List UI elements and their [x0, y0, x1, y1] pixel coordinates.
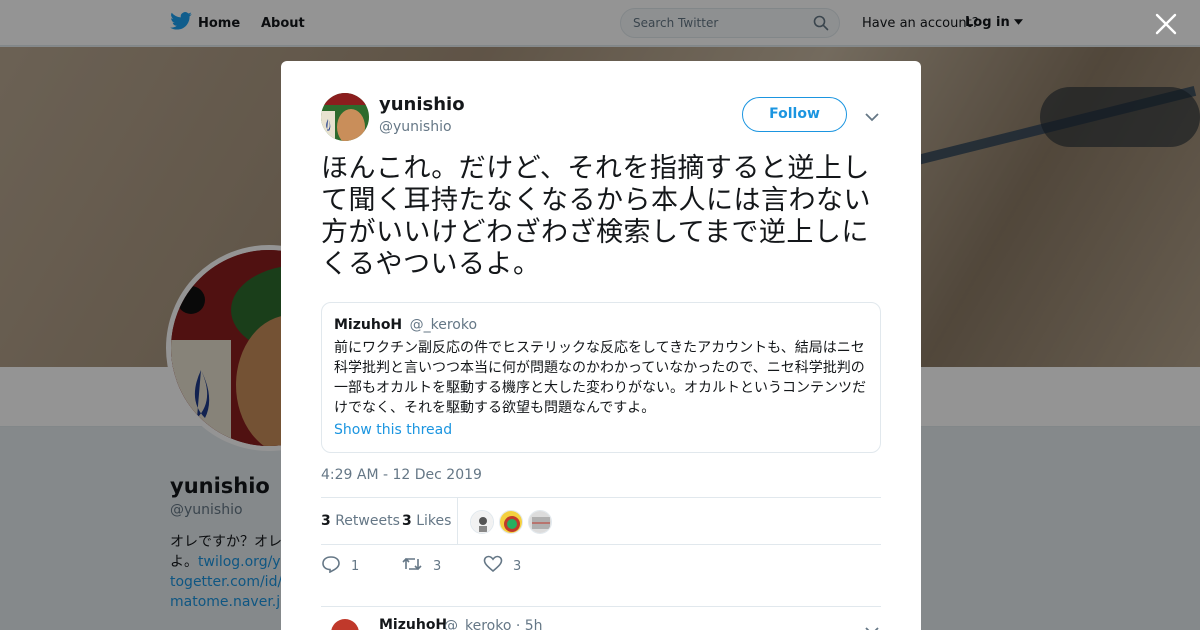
reply-avatar[interactable]: [331, 619, 359, 630]
liker-avatar[interactable]: [470, 510, 494, 534]
tweet-timestamp[interactable]: 4:29 AM - 12 Dec 2019: [321, 467, 482, 483]
likes-stat[interactable]: 3 Likes: [402, 513, 451, 529]
close-icon[interactable]: [1154, 12, 1178, 36]
chevron-down-icon[interactable]: [865, 621, 879, 630]
likes-count: 3: [402, 513, 412, 529]
like-count: 3: [513, 558, 522, 574]
quoted-author-name: MizuhoH: [334, 317, 403, 333]
tweet-text: ほんこれ。だけど、それを指摘すると逆上して聞く耳持たなくなるから本人には言わない…: [321, 153, 871, 280]
author-handle[interactable]: @yunishio: [379, 119, 452, 135]
retweet-count: 3: [433, 558, 442, 574]
retweets-stat[interactable]: 3 Retweets: [321, 513, 400, 529]
quoted-author-handle: @_keroko: [409, 317, 478, 333]
author-avatar[interactable]: [321, 93, 369, 141]
quoted-header: MizuhoH @_keroko: [334, 316, 868, 334]
liker-avatar[interactable]: [528, 510, 552, 534]
tweet-modal: yunishio @yunishio Follow ほんこれ。だけど、それを指摘…: [281, 61, 921, 630]
quoted-tweet[interactable]: MizuhoH @_keroko 前にワクチン副反応の件でヒステリックな反応をし…: [321, 302, 881, 453]
stats-divider: [457, 498, 458, 544]
likes-label: Likes: [416, 513, 452, 529]
author-name[interactable]: yunishio: [379, 94, 465, 115]
liker-avatar[interactable]: [499, 510, 523, 534]
retweet-button[interactable]: 3: [401, 555, 441, 577]
reply-meta: @_keroko · 5h: [444, 618, 543, 630]
tweet-actions: 1 3 3: [321, 555, 881, 579]
show-thread-link[interactable]: Show this thread: [334, 422, 868, 438]
reply-author-name[interactable]: MizuhoH: [379, 617, 447, 630]
retweets-count: 3: [321, 513, 331, 529]
reply-button[interactable]: 1: [321, 555, 359, 577]
like-button[interactable]: 3: [483, 555, 521, 577]
heart-icon: [483, 555, 503, 577]
quoted-text: 前にワクチン副反応の件でヒステリックな反応をしてきたアカウントも、結局はニセ科学…: [334, 340, 866, 416]
follow-button[interactable]: Follow: [742, 97, 847, 132]
reply-count: 1: [351, 558, 360, 574]
chevron-down-icon[interactable]: [865, 107, 879, 126]
reply-tweet[interactable]: MizuhoH @_keroko · 5h: [321, 606, 881, 630]
reply-icon: [321, 555, 341, 577]
retweets-label: Retweets: [335, 513, 400, 529]
tweet-stats: 3 Retweets 3 Likes: [321, 497, 881, 545]
retweet-icon: [401, 555, 423, 577]
